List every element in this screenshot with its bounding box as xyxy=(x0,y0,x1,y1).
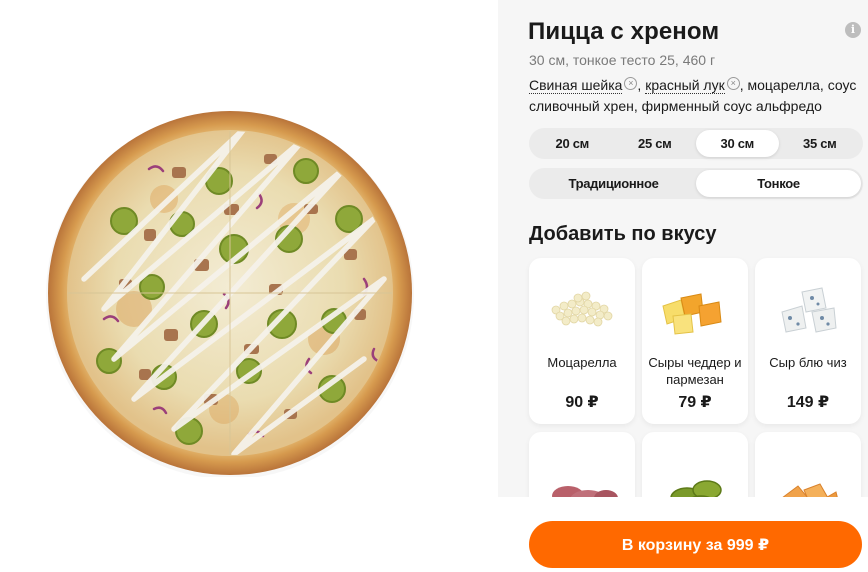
dough-selector: Традиционное Тонкое xyxy=(529,168,863,199)
mozzarella-icon xyxy=(542,276,622,346)
dough-option-traditional[interactable]: Традиционное xyxy=(531,170,696,197)
topping-card-mozzarella[interactable]: Моцарелла 90 ₽ xyxy=(529,258,635,424)
topping-price: 79 ₽ xyxy=(678,394,712,411)
add-to-cart-button[interactable]: В корзину за 999 ₽ xyxy=(529,521,862,568)
product-details-panel: Пицца с хреном i 30 см, тонкое тесто 25,… xyxy=(498,0,868,572)
topping-card-cheddar-parmesan[interactable]: Сыры чеддер и пармезан 79 ₽ xyxy=(642,258,748,424)
topping-price: 149 ₽ xyxy=(786,394,830,411)
pizza-image xyxy=(44,109,416,479)
ingredients-list: Свиная шейка ×, красный лук ×, моцарелла, … xyxy=(529,75,865,117)
toppings-section-title: Добавить по вкусу xyxy=(529,223,717,245)
topping-name: Моцарелла xyxy=(547,355,617,370)
size-option-25[interactable]: 25 см xyxy=(614,130,697,157)
size-option-35[interactable]: 35 см xyxy=(779,130,862,157)
bottom-action-bar: В корзину за 999 ₽ xyxy=(498,497,868,572)
topping-card-blue-cheese[interactable]: Сыр блю чиз 149 ₽ xyxy=(755,258,861,424)
topping-name: Сыр блю чиз xyxy=(769,355,847,370)
product-title: Пицца с хреном xyxy=(528,18,720,45)
size-option-30[interactable]: 30 см xyxy=(696,130,779,157)
blue-cheese-icon xyxy=(768,276,848,346)
info-icon[interactable]: i xyxy=(845,22,861,38)
product-image-area xyxy=(0,0,498,572)
cheddar-parmesan-icon xyxy=(655,276,735,346)
ingredient-red-onion[interactable]: красный лук xyxy=(645,77,725,94)
remove-red-onion-icon[interactable]: × xyxy=(726,77,740,90)
topping-price: 90 ₽ xyxy=(565,394,599,411)
size-selector: 20 см 25 см 30 см 35 см xyxy=(529,128,863,159)
remove-pork-icon[interactable]: × xyxy=(624,77,638,90)
product-subtitle: 30 см, тонкое тесто 25, 460 г xyxy=(529,52,716,68)
topping-name: Сыры чеддер и пармезан xyxy=(648,355,742,387)
ingredient-pork[interactable]: Свиная шейка xyxy=(529,77,623,94)
dough-option-thin[interactable]: Тонкое xyxy=(696,170,861,197)
size-option-20[interactable]: 20 см xyxy=(531,130,614,157)
